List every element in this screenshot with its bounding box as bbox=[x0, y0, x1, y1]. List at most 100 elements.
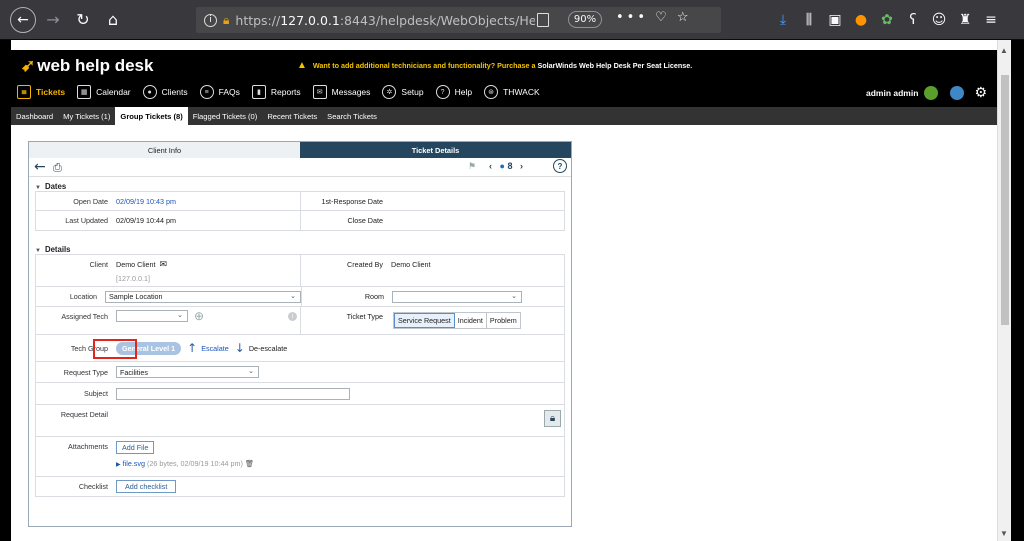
nav-tickets[interactable]: ≣ Tickets bbox=[17, 85, 65, 99]
status-badge-icon[interactable] bbox=[924, 86, 939, 100]
extension-puzzle-icon[interactable]: ♜ bbox=[952, 7, 978, 33]
attachment-highlight-box bbox=[93, 339, 137, 359]
nav-reports[interactable]: ▮ Reports bbox=[251, 85, 301, 99]
chevron-down-icon: ⌄ bbox=[177, 312, 183, 319]
print-icon[interactable]: ⎙ bbox=[53, 161, 62, 175]
url-bar[interactable]: i 🔒︎ https://127.0.0.1:8443/helpdesk/Web… bbox=[196, 7, 721, 33]
email-icon[interactable]: ✉ bbox=[160, 259, 168, 269]
nav-faqs[interactable]: ≡ FAQs bbox=[199, 85, 240, 99]
url-text[interactable]: https://127.0.0.1:8443/helpdesk/WebObjec… bbox=[235, 13, 535, 28]
request-detail-editor[interactable] bbox=[112, 405, 564, 436]
faqs-icon: ≡ bbox=[199, 85, 214, 99]
back-arrow-icon[interactable]: ← bbox=[10, 6, 36, 33]
library-icon[interactable]: ⫼ bbox=[796, 7, 822, 33]
setup-icon: ✲ bbox=[382, 85, 397, 99]
chevron-down-icon: ⌄ bbox=[248, 368, 254, 375]
subtab-my-tickets[interactable]: My Tickets (1) bbox=[58, 107, 115, 125]
nav-messages[interactable]: ✉ Messages bbox=[312, 85, 370, 99]
nav-calendar[interactable]: ▦ Calendar bbox=[77, 85, 131, 99]
logo-text: web help desk bbox=[37, 56, 154, 75]
ticket-type-service-request[interactable]: Service Request bbox=[394, 313, 455, 328]
section-dates[interactable]: ▼ Dates bbox=[29, 177, 571, 191]
open-date-value[interactable]: 02/09/19 10:43 pm bbox=[112, 192, 176, 210]
tab-ticket-details[interactable]: Ticket Details bbox=[300, 142, 571, 158]
subject-input[interactable] bbox=[116, 387, 350, 400]
escalate-link[interactable]: Escalate bbox=[201, 344, 229, 353]
client-name[interactable]: Demo Client bbox=[116, 260, 156, 269]
deescalate-arrow-icon[interactable]: ↓ bbox=[235, 341, 245, 355]
nav-clients[interactable]: ● Clients bbox=[142, 85, 188, 99]
extension-fox-icon[interactable]: ● bbox=[848, 7, 874, 33]
browser-toolbar: ← → ↻ ⌂ i 🔒︎ https://127.0.0.1:8443/help… bbox=[0, 0, 1024, 40]
downloads-icon[interactable]: ⤓ bbox=[770, 7, 796, 33]
request-type-select[interactable]: Facilities ⌄ bbox=[116, 366, 259, 378]
assigned-tech-select[interactable]: ⌄ bbox=[116, 310, 188, 322]
sidebar-icon[interactable]: ▣ bbox=[822, 7, 848, 33]
extension-leaf-icon[interactable]: ✿ bbox=[874, 7, 900, 33]
extension-hook-icon[interactable]: ʕ bbox=[900, 7, 926, 33]
insecure-lock-icon[interactable]: 🔒︎ bbox=[223, 13, 229, 28]
home-icon[interactable]: ⌂ bbox=[100, 7, 126, 33]
attachments-label: Attachments bbox=[68, 442, 108, 451]
deescalate-link[interactable]: De-escalate bbox=[249, 344, 287, 353]
expand-triangle-icon[interactable]: ▶ bbox=[116, 462, 121, 468]
escalate-arrow-icon[interactable]: ↑ bbox=[187, 341, 197, 355]
subtab-flagged-tickets[interactable]: Flagged Tickets (0) bbox=[188, 107, 263, 125]
dates-row-2: Last Updated 02/09/19 10:44 pm Close Dat… bbox=[36, 211, 564, 230]
dates-grid: Open Date 02/09/19 10:43 pm 1st-Response… bbox=[35, 191, 565, 231]
app-logo[interactable]: ➹ web help desk bbox=[21, 56, 153, 76]
subtab-search-tickets[interactable]: Search Tickets bbox=[322, 107, 382, 125]
forward-arrow-icon[interactable]: → bbox=[40, 7, 66, 33]
add-file-button[interactable]: Add File bbox=[116, 441, 155, 454]
account-icon[interactable]: ☺ bbox=[926, 7, 952, 33]
subtab-dashboard[interactable]: Dashboard bbox=[11, 107, 58, 125]
attachment-file-link[interactable]: file.svg bbox=[123, 459, 145, 468]
lock-icon[interactable]: 🔒︎ bbox=[544, 410, 561, 427]
tab-client-info[interactable]: Client Info bbox=[29, 142, 300, 158]
scroll-thumb[interactable] bbox=[1001, 75, 1009, 325]
subtab-group-tickets[interactable]: Group Tickets (8) bbox=[115, 107, 188, 125]
dates-row-1: Open Date 02/09/19 10:43 pm 1st-Response… bbox=[36, 192, 564, 211]
back-arrow-icon[interactable]: ← bbox=[34, 159, 46, 175]
info-icon[interactable]: i bbox=[288, 312, 297, 321]
nav-thwack[interactable]: ⊛ THWACK bbox=[484, 85, 540, 99]
ticket-type-incident[interactable]: Incident bbox=[455, 313, 487, 328]
location-select[interactable]: Sample Location ⌄ bbox=[105, 290, 301, 303]
ticket-type-problem[interactable]: Problem bbox=[487, 313, 520, 328]
help-icon[interactable]: ? bbox=[553, 159, 567, 173]
section-details[interactable]: ▼ Details bbox=[29, 240, 571, 254]
client-ip: [127.0.0.1] bbox=[116, 274, 150, 283]
reader-view-icon[interactable] bbox=[537, 13, 549, 27]
site-info-icon[interactable]: i bbox=[204, 13, 217, 27]
messages-icon: ✉ bbox=[312, 85, 327, 99]
reload-icon[interactable]: ↻ bbox=[70, 7, 96, 33]
nav-help[interactable]: ? Help bbox=[435, 85, 472, 99]
page-scrollbar[interactable]: ▲ ▼ bbox=[997, 40, 1011, 541]
trash-icon[interactable]: 🗑︎ bbox=[245, 459, 254, 468]
next-icon[interactable]: › bbox=[520, 161, 523, 171]
created-by-label: Created By bbox=[347, 260, 383, 269]
scroll-down-icon[interactable]: ▼ bbox=[1000, 529, 1008, 538]
room-select[interactable]: ⌄ bbox=[392, 290, 522, 303]
flag-icon[interactable]: ⚑ bbox=[468, 161, 476, 172]
nav-setup[interactable]: ✲ Setup bbox=[382, 85, 424, 99]
add-tech-icon[interactable]: ⊕ bbox=[194, 310, 204, 322]
scroll-up-icon[interactable]: ▲ bbox=[1000, 46, 1008, 55]
promo-link[interactable]: SolarWinds Web Help Desk Per Seat Licens… bbox=[537, 61, 692, 70]
add-checklist-button[interactable]: Add checklist bbox=[116, 480, 177, 493]
attachment-meta: (26 bytes, 02/09/19 10:44 pm) bbox=[147, 459, 243, 468]
room-label: Room bbox=[364, 292, 384, 301]
subtab-recent-tickets[interactable]: Recent Tickets bbox=[262, 107, 322, 125]
page-actions-icons[interactable]: ••• ♡ ☆ bbox=[616, 10, 692, 25]
checklist-row: Checklist Add checklist bbox=[36, 477, 564, 496]
prev-icon[interactable]: ‹ bbox=[489, 161, 492, 171]
user-name[interactable]: admin admin bbox=[866, 88, 918, 98]
zoom-level[interactable]: 90% bbox=[568, 11, 602, 28]
license-promo[interactable]: ▲ Want to add additional technicians and… bbox=[297, 60, 692, 71]
request-type-label: Request Type bbox=[63, 367, 108, 377]
assigned-row: Assigned Tech ⌄ ⊕ i Ticket Type Service … bbox=[36, 307, 564, 335]
menu-hamburger-icon[interactable]: ≡ bbox=[978, 7, 1004, 33]
gear-icon[interactable]: ⚙ bbox=[974, 85, 987, 101]
user-avatar-icon[interactable] bbox=[950, 86, 965, 100]
app-header: ➹ web help desk ▲ Want to add additional … bbox=[11, 50, 997, 125]
